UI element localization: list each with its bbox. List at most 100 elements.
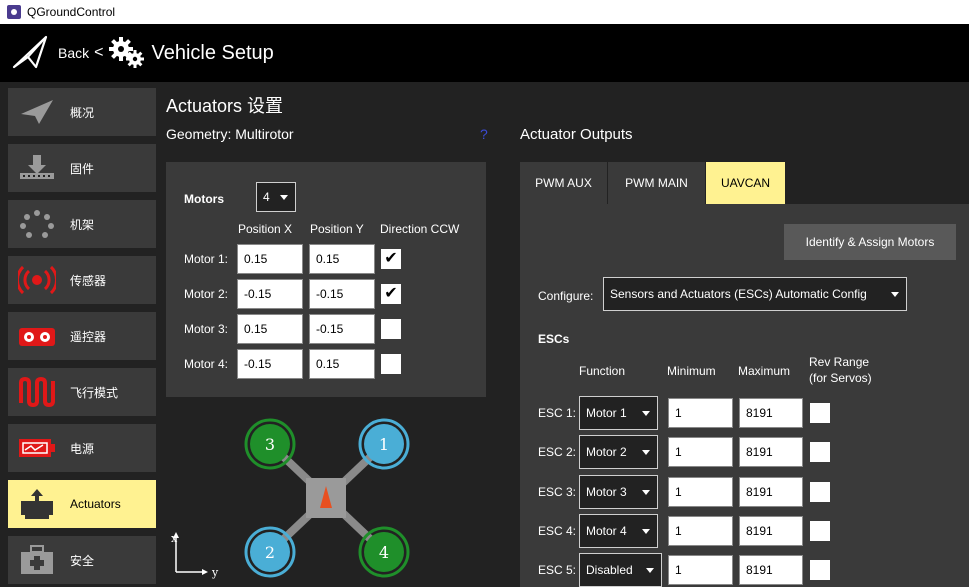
minimum-header: Minimum — [667, 364, 716, 378]
motor-position-x-input[interactable]: -0.15 — [237, 349, 303, 379]
safety-icon — [16, 542, 58, 578]
back-separator: < — [94, 44, 104, 61]
axis-y-label: y — [211, 566, 219, 579]
output-tabs: PWM AUX PWM MAIN UAVCAN — [520, 162, 786, 204]
main-content: Actuators 设置 Geometry: Multirotor ? Actu… — [160, 82, 969, 587]
sidebar-item-airframe[interactable]: 机架 — [8, 200, 156, 248]
direction-ccw-checkbox[interactable] — [381, 319, 401, 339]
axis-x-label: x — [171, 532, 178, 545]
esc-function-select[interactable]: Motor 4 — [579, 514, 658, 548]
rev-range-checkbox[interactable] — [810, 521, 830, 541]
sidebar-item-flight-modes[interactable]: 飞行模式 — [8, 368, 156, 416]
download-icon — [16, 150, 58, 186]
rev-range-checkbox[interactable] — [810, 560, 830, 580]
sidebar-item-label: 机架 — [70, 217, 95, 232]
esc-minimum-input[interactable]: 1 — [668, 516, 733, 546]
motor-count-select[interactable]: 4 — [256, 182, 296, 212]
axis-indicator: x y — [171, 532, 219, 579]
rev-range-checkbox[interactable] — [810, 442, 830, 462]
motor-position-x-input[interactable]: 0.15 — [237, 244, 303, 274]
motor-number-label: 3 — [265, 435, 275, 454]
motor-position-x-input[interactable]: -0.15 — [237, 279, 303, 309]
rev-range-checkbox[interactable] — [810, 403, 830, 423]
direction-ccw-checkbox[interactable]: ✔ — [381, 284, 401, 304]
motor-2-marker: 2 — [244, 526, 296, 578]
radio-icon — [16, 318, 58, 354]
sidebar-item-label: 飞行模式 — [70, 385, 119, 400]
sidebar: 概况 固件 机架 传感器 遥控器 飞行模式 电源 Actuators 安全 — [0, 82, 160, 587]
motor-count-value: 4 — [263, 190, 270, 204]
top-toolbar: Back < Vehicle Setup — [0, 24, 969, 82]
section-title: Actuators 设置 — [166, 96, 284, 116]
esc-function-value: Disabled — [586, 563, 633, 577]
esc-function-value: Motor 4 — [586, 524, 627, 538]
esc-function-select[interactable]: Disabled — [579, 553, 662, 587]
paper-plane-icon[interactable] — [10, 33, 50, 73]
sidebar-item-safety[interactable]: 安全 — [8, 536, 156, 584]
esc-row-label: ESC 5: — [538, 563, 577, 577]
sidebar-item-label: 遥控器 — [70, 329, 107, 344]
back-button[interactable]: Back — [58, 45, 89, 61]
motors-panel: Motors 4 Position X Position Y Direction… — [166, 162, 486, 397]
esc-minimum-input[interactable]: 1 — [668, 477, 733, 507]
esc-maximum-input[interactable]: 8191 — [739, 477, 803, 507]
esc-maximum-input[interactable]: 8191 — [739, 555, 803, 585]
motor-1-marker: 1 — [358, 418, 410, 470]
tab-pwm-aux[interactable]: PWM AUX — [520, 162, 608, 204]
esc-function-select[interactable]: Motor 2 — [579, 435, 658, 469]
motor-position-x-input[interactable]: 0.15 — [237, 314, 303, 344]
esc-function-value: Motor 2 — [586, 445, 627, 459]
esc-maximum-input[interactable]: 8191 — [739, 437, 803, 467]
sidebar-item-sensors[interactable]: 传感器 — [8, 256, 156, 304]
sidebar-item-label: 概况 — [70, 105, 95, 120]
sidebar-item-label: 传感器 — [70, 273, 107, 288]
tab-pwm-main[interactable]: PWM MAIN — [608, 162, 706, 204]
app-icon — [7, 5, 21, 19]
esc-minimum-input[interactable]: 1 — [668, 437, 733, 467]
gears-icon — [109, 37, 145, 68]
esc-function-select[interactable]: Motor 1 — [579, 396, 658, 430]
motor-position-y-input[interactable]: 0.15 — [309, 244, 375, 274]
esc-function-value: Motor 3 — [586, 485, 627, 499]
esc-function-select[interactable]: Motor 3 — [579, 475, 658, 509]
esc-maximum-input[interactable]: 8191 — [739, 516, 803, 546]
sidebar-item-label: 安全 — [70, 553, 95, 568]
sidebar-item-radio[interactable]: 遥控器 — [8, 312, 156, 360]
actuator-outputs-panel: Identify & Assign Motors Configure: Sens… — [520, 204, 969, 587]
configure-select[interactable]: Sensors and Actuators (ESCs) Automatic C… — [603, 277, 907, 311]
motor-position-y-input[interactable]: 0.15 — [309, 349, 375, 379]
motor-number-label: 1 — [379, 435, 389, 454]
direction-ccw-checkbox[interactable] — [381, 354, 401, 374]
sidebar-item-power[interactable]: 电源 — [8, 424, 156, 472]
sidebar-item-label: 固件 — [70, 161, 95, 176]
esc-row-label: ESC 3: — [538, 485, 577, 499]
position-x-header: Position X — [238, 222, 293, 236]
airframe-icon — [16, 206, 58, 242]
sidebar-item-firmware[interactable]: 固件 — [8, 144, 156, 192]
esc-maximum-input[interactable]: 8191 — [739, 398, 803, 428]
tab-uavcan[interactable]: UAVCAN — [706, 162, 786, 204]
sidebar-item-actuators[interactable]: Actuators — [8, 480, 156, 528]
identify-assign-motors-button[interactable]: Identify & Assign Motors — [784, 224, 956, 260]
sensor-icon — [16, 262, 58, 298]
esc-minimum-input[interactable]: 1 — [668, 398, 733, 428]
multirotor-geometry-diagram: 3 1 2 4 — [244, 418, 410, 578]
esc-row-label: ESC 2: — [538, 445, 577, 459]
geometry-label: Geometry: Multirotor — [166, 126, 294, 142]
motor-number-label: 2 — [265, 543, 275, 562]
escs-title: ESCs — [538, 332, 570, 346]
actuator-icon — [16, 486, 58, 522]
direction-ccw-checkbox[interactable]: ✔ — [381, 249, 401, 269]
motor-row-label: Motor 3: — [184, 322, 229, 336]
motors-label: Motors — [184, 192, 224, 206]
sidebar-item-summary[interactable]: 概况 — [8, 88, 156, 136]
esc-row-label: ESC 1: — [538, 406, 577, 420]
esc-minimum-input[interactable]: 1 — [668, 555, 733, 585]
chevron-down-icon — [646, 568, 654, 573]
motor-position-y-input[interactable]: -0.15 — [309, 314, 375, 344]
geometry-help-marker[interactable]: ? — [480, 126, 488, 142]
motor-position-y-input[interactable]: -0.15 — [309, 279, 375, 309]
configure-label: Configure: — [538, 289, 594, 303]
rev-range-checkbox[interactable] — [810, 482, 830, 502]
maximum-header: Maximum — [738, 364, 791, 378]
